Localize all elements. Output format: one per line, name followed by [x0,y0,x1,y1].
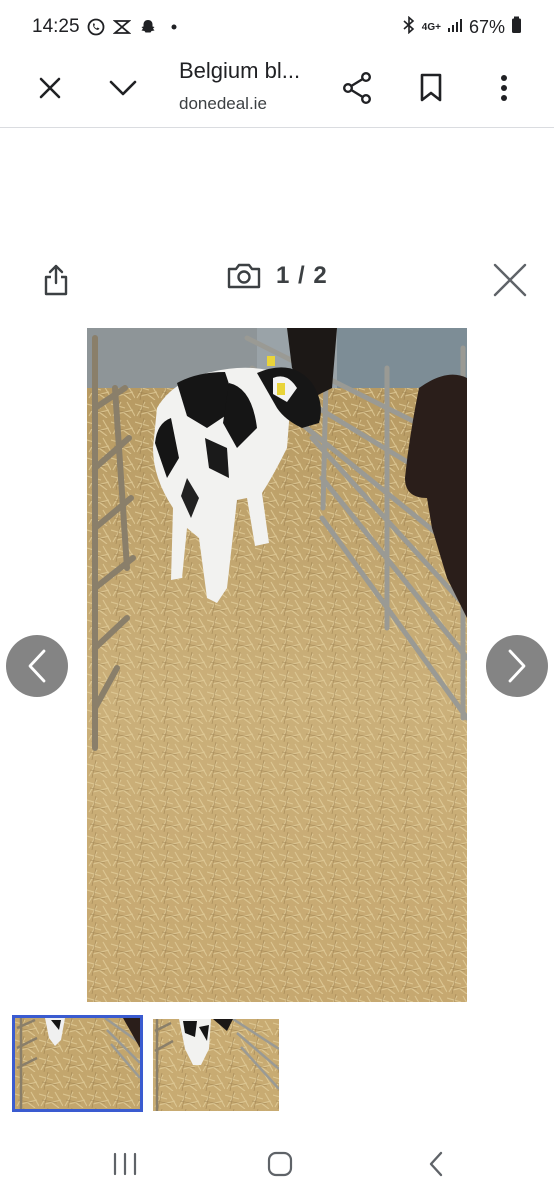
thumbnail-image [153,1019,279,1111]
gallery-close-button[interactable] [488,258,532,302]
back-button[interactable] [416,1148,456,1180]
recents-button[interactable] [105,1148,145,1180]
camera-icon [227,263,261,289]
status-time: 14:25 [32,16,80,37]
expand-button[interactable] [99,64,147,112]
signal-icon [447,17,463,38]
network-type: 4G+ [421,21,441,33]
upload-share-icon [44,264,68,296]
thumbnail-2[interactable] [153,1019,279,1111]
close-icon [493,263,527,297]
share-button[interactable] [333,64,381,112]
calf-photo [87,328,467,1002]
dot-icon [164,17,184,37]
gallery-share-button[interactable] [34,258,78,302]
notification-icon [112,17,132,37]
status-bar: 14:25 4G+ 67% [0,0,554,54]
recents-icon [113,1152,137,1176]
chevron-down-icon [109,80,137,96]
thumbnail-image [15,1018,140,1109]
main-photo[interactable] [87,328,467,1002]
battery-icon [511,16,522,39]
next-photo-button[interactable] [486,635,548,697]
close-icon [39,77,61,99]
browser-top-bar: Belgium bl... donedeal.ie [0,54,554,128]
bookmark-icon [420,73,442,102]
system-nav-bar [0,1128,554,1200]
next-arrow-icon [508,649,526,683]
previous-photo-button[interactable] [6,635,68,697]
photo-counter-text: 1 / 2 [276,262,328,289]
share-icon [343,72,372,104]
back-icon [429,1151,443,1177]
photo-counter: 1 / 2 [226,262,328,290]
page-domain: donedeal.ie [179,94,267,113]
more-vert-icon [501,75,507,101]
home-icon [267,1151,293,1177]
prev-arrow-icon [28,649,46,683]
battery-level: 67% [468,16,505,37]
whatsapp-icon [86,17,106,37]
bluetooth-icon [402,15,416,39]
gallery-header: 1 / 2 [0,250,554,310]
bookmark-button[interactable] [407,64,455,112]
thumbnail-strip [12,1015,279,1112]
more-options-button[interactable] [480,64,528,112]
page-title: Belgium bl... [179,58,301,83]
home-button[interactable] [260,1148,300,1180]
thumbnail-1[interactable] [12,1015,143,1112]
close-button[interactable] [26,64,74,112]
snapchat-icon [138,17,158,37]
